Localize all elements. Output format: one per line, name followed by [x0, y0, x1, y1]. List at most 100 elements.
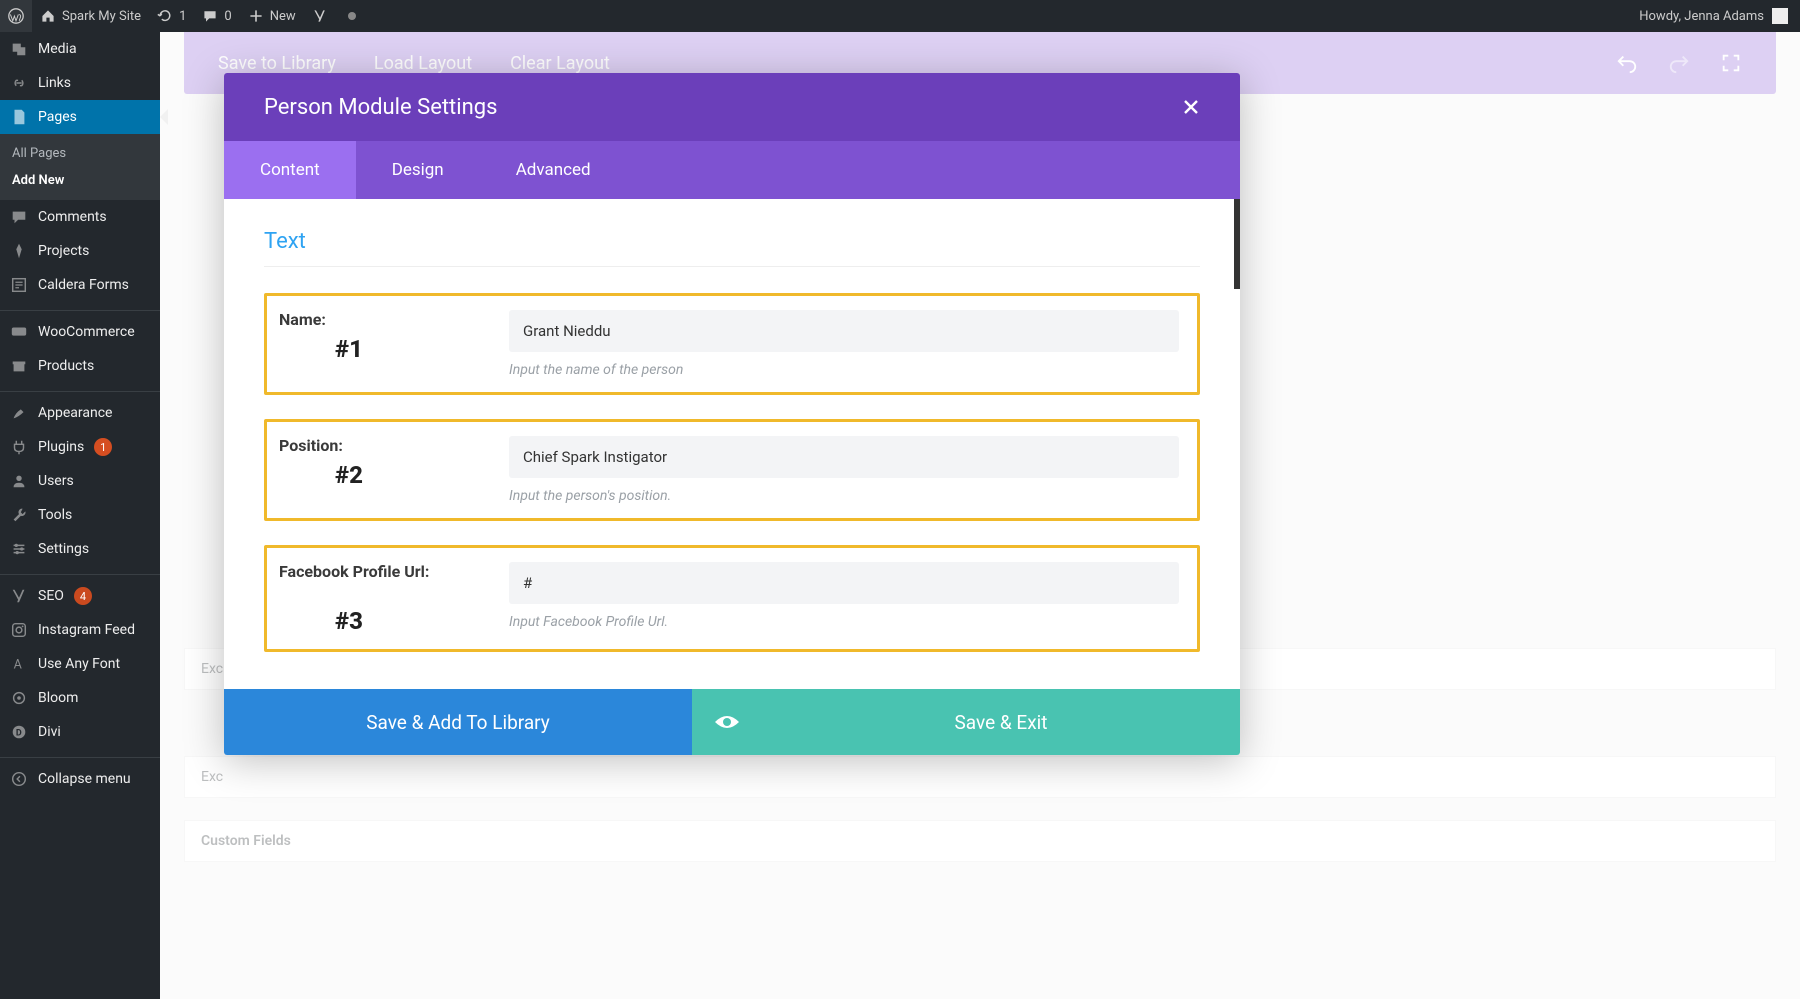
comment-icon — [202, 8, 218, 24]
sidebar-item-products[interactable]: Products — [0, 349, 160, 383]
sidebar-label: Comments — [38, 209, 107, 225]
sidebar-item-links[interactable]: Links — [0, 66, 160, 100]
expand-button[interactable] — [1720, 52, 1742, 74]
plus-icon — [248, 8, 264, 24]
sidebar: Media Links Pages All Pages Add New Comm… — [0, 32, 160, 999]
greeting[interactable]: Howdy, Jenna Adams — [1639, 9, 1764, 24]
save-add-library-button[interactable]: Save & Add To Library — [224, 689, 692, 755]
sidebar-label: Projects — [38, 243, 89, 259]
sidebar-item-media[interactable]: Media — [0, 32, 160, 66]
site-name-link[interactable]: Spark My Site — [32, 0, 149, 32]
sidebar-item-tools[interactable]: Tools — [0, 498, 160, 532]
undo-button[interactable] — [1616, 52, 1638, 74]
svg-text:A: A — [14, 658, 23, 673]
facebook-label: Facebook Profile Url: — [279, 562, 499, 581]
section-title[interactable]: Text — [264, 229, 1200, 254]
sidebar-item-projects[interactable]: Projects — [0, 234, 160, 268]
sidebar-sub-add-new[interactable]: Add New — [0, 167, 160, 194]
brush-icon — [10, 404, 28, 422]
builder-toolbar-right — [1616, 52, 1742, 74]
sidebar-item-plugins[interactable]: Plugins 1 — [0, 430, 160, 464]
sidebar-item-seo[interactable]: SEO 4 — [0, 579, 160, 613]
sidebar-label: SEO — [38, 588, 64, 604]
comments-count: 0 — [224, 9, 231, 24]
sidebar-item-divi[interactable]: D Divi — [0, 715, 160, 749]
sidebar-label: Bloom — [38, 690, 78, 706]
redo-button[interactable] — [1668, 52, 1690, 74]
sidebar-item-instagram[interactable]: Instagram Feed — [0, 613, 160, 647]
facebook-input[interactable] — [509, 562, 1179, 604]
sidebar-item-caldera[interactable]: Caldera Forms — [0, 268, 160, 302]
tab-advanced[interactable]: Advanced — [480, 141, 627, 199]
sidebar-label: Tools — [38, 507, 72, 523]
save-exit-button[interactable]: Save & Exit — [762, 689, 1240, 755]
admin-bar: Spark My Site 1 0 New Howdy, Jenna Adams — [0, 0, 1800, 32]
tab-design[interactable]: Design — [356, 141, 480, 199]
separator — [0, 570, 160, 575]
sidebar-item-bloom[interactable]: Bloom — [0, 681, 160, 715]
updates-link[interactable]: 1 — [149, 0, 194, 32]
annotation-2: #2 — [279, 461, 419, 489]
field-name: Name: #1 Input the name of the person — [264, 293, 1200, 395]
modal-tabs: Content Design Advanced — [224, 141, 1240, 199]
sidebar-item-woo[interactable]: WooCommerce — [0, 315, 160, 349]
annotation-1: #1 — [279, 335, 419, 363]
sidebar-sub-all-pages[interactable]: All Pages — [0, 140, 160, 167]
sidebar-item-collapse[interactable]: Collapse menu — [0, 762, 160, 796]
sidebar-item-users[interactable]: Users — [0, 464, 160, 498]
media-icon — [10, 40, 28, 58]
pin-icon — [10, 242, 28, 260]
status-dot-link[interactable] — [336, 0, 368, 32]
close-button[interactable] — [1182, 98, 1200, 116]
page-icon — [10, 108, 28, 126]
wp-logo[interactable] — [0, 0, 32, 32]
sidebar-item-comments[interactable]: Comments — [0, 200, 160, 234]
plug-icon — [10, 438, 28, 456]
sidebar-label: Pages — [38, 109, 77, 125]
clear-layout-button[interactable]: Clear Layout — [510, 53, 610, 74]
tab-content[interactable]: Content — [224, 141, 356, 199]
new-label: New — [270, 9, 296, 24]
sidebar-label: Divi — [38, 724, 61, 740]
separator — [0, 387, 160, 392]
load-layout-button[interactable]: Load Layout — [374, 53, 472, 74]
position-input[interactable] — [509, 436, 1179, 478]
builder-toolbar-left: Save to Library Load Layout Clear Layout — [218, 53, 610, 74]
field-facebook-url: Facebook Profile Url: #3 Input Facebook … — [264, 545, 1200, 652]
sidebar-item-appearance[interactable]: Appearance — [0, 396, 160, 430]
sidebar-label: Products — [38, 358, 94, 374]
redo-icon — [1668, 52, 1690, 74]
position-label: Position: — [279, 436, 499, 455]
modal-header: Person Module Settings — [224, 73, 1240, 141]
font-icon: A — [10, 655, 28, 673]
field-input-col: Input Facebook Profile Url. — [509, 562, 1179, 630]
modal-body: Text Name: #1 Input the name of the pers… — [224, 199, 1240, 689]
modal-footer: Save & Add To Library Save & Exit — [224, 689, 1240, 755]
sidebar-item-settings[interactable]: Settings — [0, 532, 160, 566]
field-label-col: Position: #2 — [273, 436, 499, 489]
new-link[interactable]: New — [240, 0, 304, 32]
section-divider — [264, 266, 1200, 267]
sidebar-item-use-font[interactable]: A Use Any Font — [0, 647, 160, 681]
collapse-icon — [10, 770, 28, 788]
sidebar-label: Caldera Forms — [38, 277, 129, 293]
save-to-library-button[interactable]: Save to Library — [218, 53, 336, 74]
user-icon — [10, 472, 28, 490]
avatar[interactable] — [1772, 8, 1788, 24]
field-input-col: Input the person's position. — [509, 436, 1179, 504]
eye-icon — [714, 713, 740, 731]
bloom-icon — [10, 689, 28, 707]
sidebar-item-pages[interactable]: Pages — [0, 100, 160, 134]
expand-icon — [1720, 52, 1742, 74]
scrollbar-thumb[interactable] — [1234, 199, 1240, 289]
preview-button[interactable] — [692, 689, 762, 755]
custom-fields-panel[interactable]: Custom Fields — [184, 820, 1776, 862]
comments-link[interactable]: 0 — [194, 0, 239, 32]
excerpt-panel-2[interactable]: Exc — [184, 756, 1776, 798]
name-input[interactable] — [509, 310, 1179, 352]
home-icon — [40, 8, 56, 24]
yoast-link[interactable] — [304, 0, 336, 32]
form-icon — [10, 276, 28, 294]
sidebar-label: Use Any Font — [38, 656, 120, 672]
divi-icon: D — [10, 723, 28, 741]
